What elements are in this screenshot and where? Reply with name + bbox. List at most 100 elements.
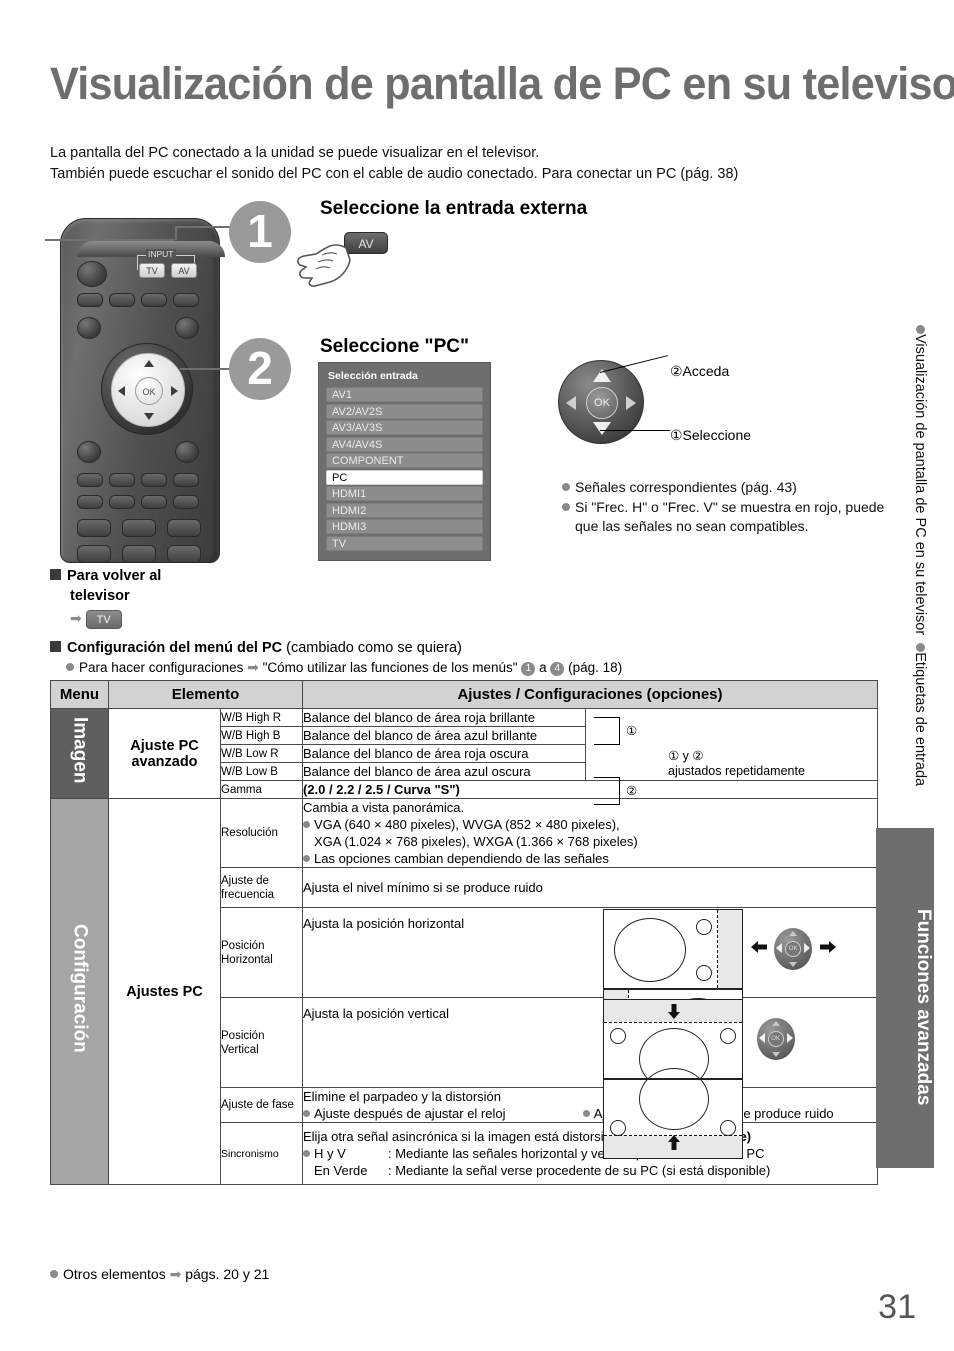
dpad-left-icon[interactable] <box>118 386 125 396</box>
resolucion-bullet2: Las opciones cambian dependiendo de las … <box>303 850 877 867</box>
remote-key-r1c1[interactable] <box>77 473 103 487</box>
remote-color-key-3[interactable] <box>141 293 167 307</box>
dpad-down-icon[interactable] <box>144 413 154 420</box>
sincronismo-opt1-name: H y V <box>314 1146 346 1161</box>
step-2-heading: Seleccione "PC" <box>320 336 469 357</box>
sub-wb-low-b: W/B Low B <box>220 762 303 781</box>
remote-key-r2c2[interactable] <box>109 495 135 509</box>
osd-item-av1[interactable]: AV1 <box>326 387 483 402</box>
remote-key-r4c1[interactable] <box>77 545 111 563</box>
bracket-2-mark: ② <box>626 784 638 798</box>
osd-item-tv[interactable]: TV <box>326 535 483 551</box>
square-bullet-icon <box>50 569 61 580</box>
screen-dot <box>610 1120 626 1136</box>
arrow-right-icon: ➡ <box>169 1266 182 1282</box>
cursor-right-icon[interactable] <box>626 396 636 410</box>
remote-color-key-4[interactable] <box>173 293 199 307</box>
cursor-left-icon[interactable] <box>566 396 576 410</box>
mini-down-icon <box>771 1052 780 1057</box>
tv-key-graphic[interactable]: TV <box>85 610 122 629</box>
remote-color-key-2[interactable] <box>109 293 135 307</box>
remote-key-r1c3[interactable] <box>141 473 167 487</box>
sub-resolucion: Resolución <box>220 798 303 868</box>
wb-side-note: ① ② ① y ② ajustados repetidamente <box>585 708 878 805</box>
pc-menu-config-bullet-pre: Para hacer configuraciones <box>79 660 244 675</box>
remote-menu-key[interactable] <box>77 317 101 339</box>
osd-item-hdmi3[interactable]: HDMI3 <box>326 519 483 534</box>
callout-acceda: ②Acceda <box>670 363 730 379</box>
screen-ellipse <box>639 1068 709 1130</box>
pc-menu-config-bold: Configuración del menú del PC <box>67 640 283 656</box>
sincronismo-opt2-text: : Mediante la señal verse procedente de … <box>388 1163 771 1178</box>
remote-key-r4c2[interactable] <box>122 545 156 563</box>
pointing-hand-icon <box>297 244 351 287</box>
screen-dot <box>696 919 712 935</box>
osd-item-component[interactable]: COMPONENT <box>326 453 483 468</box>
mini-cursor-pad[interactable]: OK <box>756 1018 795 1060</box>
mini-left-icon <box>758 1033 765 1043</box>
bullet-icon <box>915 643 925 653</box>
remote-return-key[interactable] <box>77 441 101 463</box>
mini-cursor-pad[interactable]: OK <box>774 928 813 970</box>
sub-wb-high-r: W/B High R <box>220 708 303 727</box>
intro-line-2: También puede escuchar el sonido del PC … <box>50 166 739 182</box>
remote-dpad-inner[interactable]: OK <box>111 353 185 427</box>
bullet-icon <box>303 821 310 828</box>
remote-guide-key[interactable] <box>175 441 199 463</box>
resolucion-b1-l1: VGA (640 × 480 pixeles), WVGA (852 × 480… <box>314 817 620 832</box>
remote-exit-key[interactable] <box>175 317 199 339</box>
screen-ellipse <box>614 918 686 982</box>
remote-av-key[interactable]: AV <box>171 263 197 278</box>
bullet-icon <box>915 325 925 334</box>
bullet-icon <box>50 1270 58 1278</box>
remote-key-r3c1[interactable] <box>77 519 111 537</box>
remote-key-r1c4[interactable] <box>173 473 199 487</box>
screen-before-v <box>603 999 743 1090</box>
remote-key-r2c1[interactable] <box>77 495 103 509</box>
page-number: 31 <box>878 1288 916 1326</box>
osd-item-hdmi2[interactable]: HDMI2 <box>326 502 483 518</box>
bullet-icon <box>66 663 74 671</box>
remote-key-r3c2[interactable] <box>122 519 156 537</box>
wb-note-line1: ① y ② <box>668 749 704 763</box>
remote-ok-button[interactable]: OK <box>135 377 163 405</box>
osd-item-av3[interactable]: AV3/AV3S <box>326 420 483 435</box>
osd-item-av4[interactable]: AV4/AV4S <box>326 436 483 452</box>
remote-color-key-1[interactable] <box>77 293 103 307</box>
power-button[interactable] <box>77 261 107 287</box>
remote-dpad[interactable]: OK <box>101 343 193 435</box>
wb-note-line2: ajustados repetidamente <box>668 764 805 778</box>
arrow-right-icon: ➡ <box>247 659 259 675</box>
mini-up-icon <box>789 931 798 936</box>
mini-right-icon <box>786 1033 793 1043</box>
cursor-down-icon[interactable] <box>593 422 611 435</box>
remote-key-r1c2[interactable] <box>109 473 135 487</box>
arrow-down-icon <box>666 1003 682 1024</box>
bullet-icon <box>303 1110 310 1117</box>
remote-key-r2c3[interactable] <box>141 495 167 509</box>
footer-note: Otros elementos ➡ págs. 20 y 21 <box>50 1266 269 1283</box>
remote-key-r2c4[interactable] <box>173 495 199 509</box>
remote-key-r4c3[interactable] <box>167 545 201 563</box>
dpad-up-icon[interactable] <box>144 360 154 367</box>
sidebar-section-tab: Funciones avanzadas <box>876 828 934 1168</box>
cursor-ok-button[interactable]: OK <box>586 387 618 419</box>
remote-key-r3c3[interactable] <box>167 519 201 537</box>
osd-item-hdmi1[interactable]: HDMI1 <box>326 486 483 501</box>
mini-ok-button: OK <box>785 941 802 957</box>
osd-item-av2[interactable]: AV2/AV2S <box>326 403 483 419</box>
sincronismo-text: Elija otra señal asincrónica si la image… <box>303 1129 640 1144</box>
dpad-right-icon[interactable] <box>171 386 178 396</box>
step-2-badge: 2 <box>229 338 291 400</box>
square-bullet-icon <box>50 641 61 652</box>
resolucion-bullet1-cont: XGA (1.024 × 768 pixeles), WXGA (1.366 ×… <box>314 834 638 849</box>
remote-control-illustration: INPUT TV AV OK <box>50 200 250 565</box>
screen-dot <box>720 1028 736 1044</box>
remote-body: INPUT TV AV OK <box>60 218 225 563</box>
desc-wb-low-r: Balance del blanco de área roja oscura <box>302 744 586 763</box>
osd-item-pc[interactable]: PC <box>326 469 483 485</box>
back-to-tv-line1: Para volver al <box>67 568 162 584</box>
remote-tv-key[interactable]: TV <box>139 263 165 278</box>
bracket-1 <box>594 717 620 745</box>
sub-posicion-vertical: Posición Vertical <box>220 997 303 1088</box>
